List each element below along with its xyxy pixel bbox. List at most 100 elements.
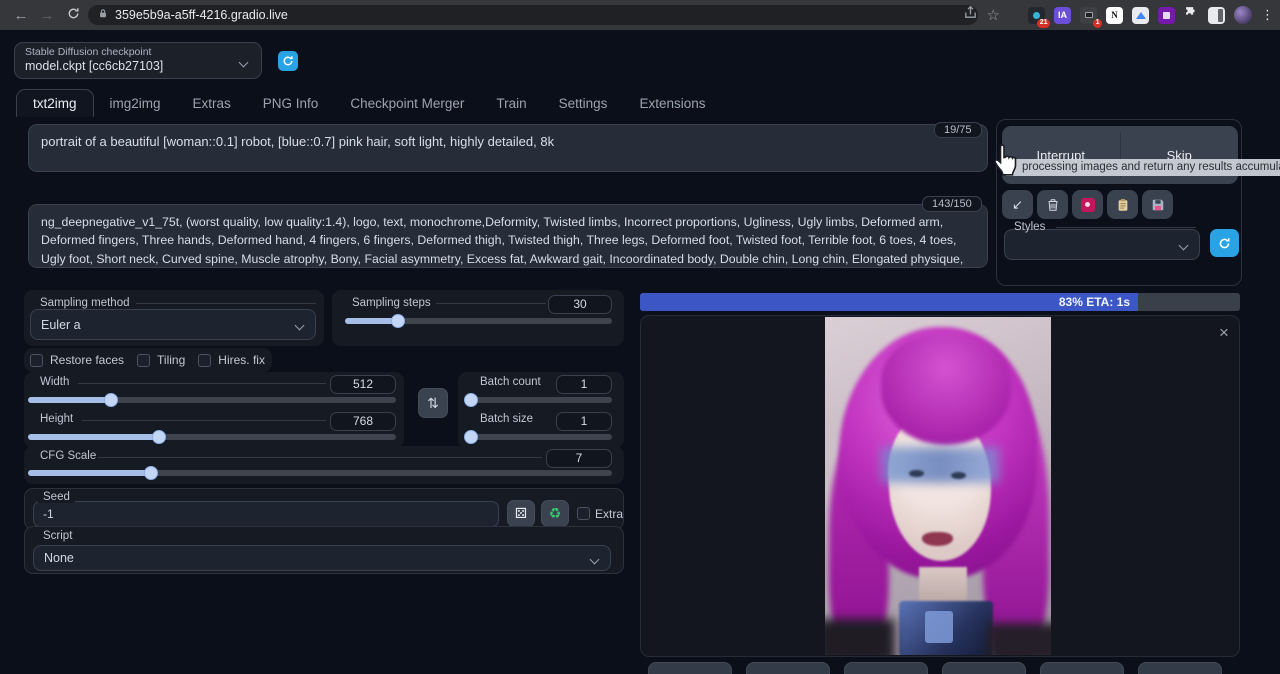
output-action-button[interactable]	[1138, 662, 1222, 674]
slider-thumb[interactable]	[464, 393, 478, 407]
browser-toolbar: ← → 359e5b9a-a5ff-4216.gradio.live ☆ 21 …	[0, 0, 1280, 30]
left-eye	[909, 470, 924, 477]
seed-label: Seed	[38, 491, 75, 503]
refresh-icon[interactable]	[60, 7, 86, 24]
tiling-checkbox[interactable]	[137, 354, 150, 367]
tab-img2img[interactable]: img2img	[94, 90, 177, 117]
extension-pin-icon[interactable]: 21	[1028, 7, 1045, 24]
extension-photos-icon[interactable]	[1132, 7, 1149, 24]
paste-generation-params-button[interactable]: ↙	[1002, 190, 1033, 219]
batch-count-label: Batch count	[480, 376, 541, 388]
address-bar[interactable]: 359e5b9a-a5ff-4216.gradio.live	[88, 5, 978, 25]
extension-ia-icon[interactable]: IA	[1054, 7, 1071, 24]
cfg-scale-value[interactable]: 7	[546, 449, 612, 468]
collar-highlight	[925, 611, 953, 643]
width-value[interactable]: 512	[330, 375, 396, 394]
sidebar-toggle-icon[interactable]	[1208, 7, 1225, 24]
shoulder-right	[987, 623, 1051, 655]
prompt-input[interactable]: portrait of a beautiful [woman::0.1] rob…	[28, 124, 988, 172]
browser-menu-icon[interactable]: ⋮	[1261, 7, 1274, 23]
width-slider[interactable]	[28, 397, 396, 403]
sampling-method-value: Euler a	[41, 318, 81, 332]
profile-avatar[interactable]	[1234, 6, 1252, 24]
seed-input[interactable]	[33, 501, 499, 527]
apply-styles-button[interactable]	[1107, 190, 1138, 219]
extra-networks-button[interactable]	[1072, 190, 1103, 219]
sampling-steps-slider[interactable]	[345, 318, 612, 324]
restore-faces-option[interactable]: Restore faces	[30, 353, 124, 367]
shoulder-left	[825, 619, 895, 655]
tab-png-info[interactable]: PNG Info	[247, 90, 335, 117]
hires-fix-label: Hires. fix	[218, 353, 265, 367]
share-icon[interactable]	[963, 5, 978, 25]
refresh-styles-button[interactable]	[1210, 229, 1239, 257]
height-slider[interactable]	[28, 434, 396, 440]
restore-faces-checkbox[interactable]	[30, 354, 43, 367]
output-action-button[interactable]	[942, 662, 1026, 674]
random-seed-dice-button[interactable]: ⚄	[507, 500, 535, 527]
extra-seed-checkbox[interactable]	[577, 507, 590, 520]
output-action-button[interactable]	[1040, 662, 1124, 674]
mouse-cursor-pointer	[991, 142, 1021, 183]
clear-prompt-button[interactable]	[1037, 190, 1068, 219]
tab-txt2img[interactable]: txt2img	[16, 89, 94, 117]
checkpoint-label: Stable Diffusion checkpoint	[25, 46, 251, 58]
refresh-checkpoints-button[interactable]	[278, 51, 298, 71]
bookmark-star-icon[interactable]: ☆	[987, 6, 1000, 24]
lock-icon	[98, 6, 108, 24]
slider-thumb[interactable]	[152, 430, 166, 444]
styles-dropdown[interactable]	[1004, 229, 1200, 260]
extension-onenote-icon[interactable]	[1158, 7, 1175, 24]
slider-thumb[interactable]	[464, 430, 478, 444]
tiling-label: Tiling	[157, 353, 185, 367]
slider-thumb[interactable]	[104, 393, 118, 407]
tiling-option[interactable]: Tiling	[137, 353, 185, 367]
save-style-button[interactable]	[1142, 190, 1173, 219]
hires-fix-checkbox[interactable]	[198, 354, 211, 367]
sampling-steps-label: Sampling steps	[352, 297, 431, 309]
cfg-scale-label: CFG Scale	[40, 450, 96, 462]
lips	[922, 532, 953, 546]
tab-train[interactable]: Train	[480, 90, 542, 117]
batch-size-label: Batch size	[480, 413, 533, 425]
batch-count-value[interactable]: 1	[556, 375, 612, 394]
forward-icon[interactable]: →	[34, 7, 60, 24]
negative-prompt-input[interactable]: ng_deepnegative_v1_75t, (worst quality, …	[28, 204, 988, 268]
pin-badge: 21	[1037, 19, 1050, 28]
chevron-down-icon	[1179, 240, 1189, 250]
sampling-method-dropdown[interactable]: Euler a	[30, 309, 316, 340]
slider-thumb[interactable]	[391, 314, 405, 328]
batch-size-slider[interactable]	[468, 434, 612, 440]
generated-image-preview[interactable]	[825, 317, 1051, 655]
output-action-button[interactable]	[844, 662, 928, 674]
card-icon	[1081, 198, 1095, 212]
tab-extras[interactable]: Extras	[177, 90, 247, 117]
sampling-steps-value[interactable]: 30	[548, 295, 612, 314]
hires-fix-option[interactable]: Hires. fix	[198, 353, 265, 367]
reuse-seed-recycle-button[interactable]: ♻	[541, 500, 569, 527]
width-label: Width	[40, 376, 69, 388]
extension-camera-icon[interactable]: 1	[1080, 7, 1097, 24]
height-label: Height	[40, 413, 73, 425]
close-preview-icon[interactable]: ×	[1219, 323, 1229, 343]
height-value[interactable]: 768	[330, 412, 396, 431]
checkpoint-value: model.ckpt [cc6cb27103]	[25, 59, 251, 73]
checkpoint-selector[interactable]: Stable Diffusion checkpoint model.ckpt […	[14, 42, 262, 79]
extensions-puzzle-icon[interactable]	[1184, 5, 1199, 25]
script-dropdown[interactable]: None	[33, 545, 611, 571]
tab-extensions[interactable]: Extensions	[623, 90, 721, 117]
tab-checkpoint-merger[interactable]: Checkpoint Merger	[334, 90, 480, 117]
cfg-scale-slider[interactable]	[28, 470, 612, 476]
restore-faces-label: Restore faces	[50, 353, 124, 367]
back-icon[interactable]: ←	[8, 7, 34, 24]
batch-size-value[interactable]: 1	[556, 412, 612, 431]
extension-notion-icon[interactable]: N	[1106, 7, 1123, 24]
negative-token-counter: 143/150	[922, 196, 982, 212]
swap-dimensions-button[interactable]: ⇅	[418, 388, 448, 418]
script-value: None	[44, 551, 74, 565]
batch-count-slider[interactable]	[468, 397, 612, 403]
output-action-button[interactable]	[746, 662, 830, 674]
slider-thumb[interactable]	[144, 466, 158, 480]
tab-settings[interactable]: Settings	[543, 90, 624, 117]
output-action-button[interactable]	[648, 662, 732, 674]
